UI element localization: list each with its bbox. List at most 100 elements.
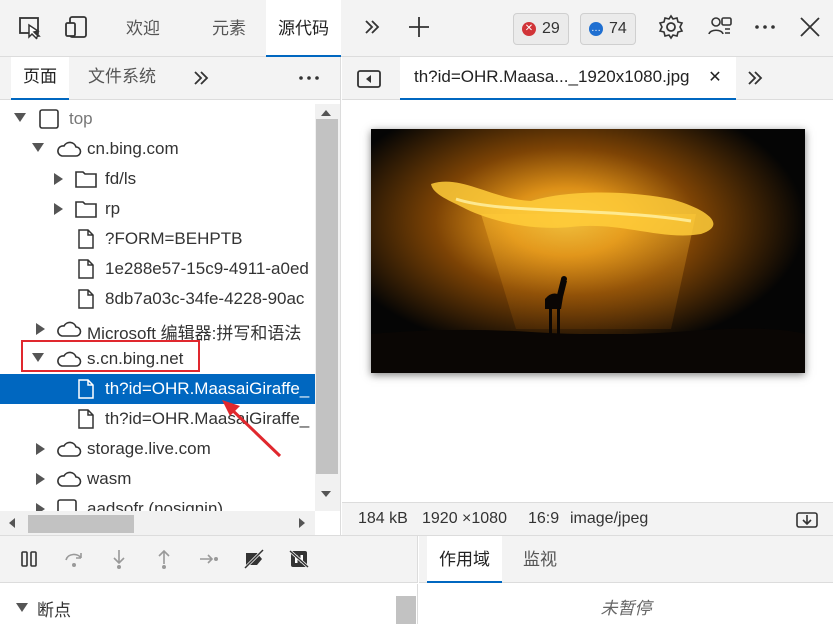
tree-vertical-scroll-thumb[interactable]: [316, 119, 338, 474]
tab-page[interactable]: 页面: [11, 57, 69, 100]
file-icon: [76, 378, 96, 405]
step-out-icon[interactable]: [152, 547, 176, 571]
preview-pane: th?id=OHR.Maasa..._1920x1080.jpg ✕ 184 k…: [342, 57, 833, 535]
errors-badge[interactable]: ✕ 29: [513, 13, 569, 45]
tree-item-label: 1e288e57-15c9-4911-a0ed: [105, 259, 309, 278]
tree-item-label: storage.live.com: [87, 439, 211, 458]
inspect-element-icon[interactable]: [15, 12, 45, 42]
editor-tabs: th?id=OHR.Maasa..._1920x1080.jpg ✕: [342, 57, 833, 100]
close-tab-icon[interactable]: ✕: [708, 69, 721, 86]
file-icon: [76, 258, 96, 285]
more-tabs-chevron-icon[interactable]: [357, 12, 387, 42]
scroll-left-arrow-icon[interactable]: [9, 518, 15, 528]
giraffe-sunset-image: [371, 129, 805, 373]
more-options-icon[interactable]: [750, 12, 780, 42]
tree-item-label: fd/ls: [105, 169, 137, 188]
debugger-toolbar: [0, 536, 418, 583]
breakpoints-section-header[interactable]: 断点: [0, 584, 418, 624]
messages-badge[interactable]: … 74: [580, 13, 636, 45]
cloud-icon: [56, 468, 82, 495]
expand-arrow-icon[interactable]: [32, 143, 44, 152]
file-icon: [76, 408, 96, 435]
messages-count: 74: [609, 20, 627, 37]
pause-icon[interactable]: [17, 547, 41, 571]
scroll-up-arrow-icon[interactable]: [321, 110, 331, 116]
devtools-toolbar: 欢迎 元素 源代码 ✕ 29 … 74: [0, 0, 833, 57]
image-dimensions: 1920 ×1080: [422, 510, 507, 527]
scroll-right-arrow-icon[interactable]: [299, 518, 305, 528]
collapse-arrow-icon[interactable]: [36, 443, 45, 455]
download-icon[interactable]: [792, 505, 822, 535]
tab-scope[interactable]: 作用域: [427, 536, 502, 583]
debug-scroll-thumb[interactable]: [396, 596, 416, 624]
collapse-arrow-icon[interactable]: [36, 503, 45, 511]
tree-item-label: aadsofr (nosignin): [87, 499, 224, 511]
tree-item-file[interactable]: ?FORM=BEHPTB: [0, 224, 315, 254]
frame-icon: [38, 108, 60, 135]
device-emulation-icon[interactable]: [62, 12, 92, 42]
tab-welcome[interactable]: 欢迎: [126, 0, 160, 57]
annotation-highlight-box: [21, 340, 200, 372]
image-info-bar: 184 kB 1920 ×1080 16:9 image/jpeg: [342, 502, 833, 535]
collapse-arrow-icon[interactable]: [54, 203, 63, 215]
tab-sources[interactable]: 源代码: [266, 0, 341, 57]
expand-arrow-icon[interactable]: [14, 113, 26, 122]
tab-watch[interactable]: 监视: [523, 536, 557, 583]
not-paused-status: 未暂停: [600, 599, 652, 618]
scope-tabs: 作用域 监视: [419, 536, 833, 583]
tree-item-folder[interactable]: fd/ls: [0, 164, 315, 194]
folder-icon: [74, 198, 98, 225]
folder-icon: [74, 168, 98, 195]
tree-item-label: cn.bing.com: [87, 139, 179, 158]
tree-item-label: top: [69, 109, 93, 128]
navigator-menu-icon[interactable]: [294, 63, 324, 93]
tree-horizontal-scroll-thumb[interactable]: [28, 515, 134, 533]
errors-count: 29: [542, 20, 560, 37]
debugger-panel: 断点 作用域 监视 未暂停: [0, 535, 833, 624]
file-size: 184 kB: [358, 510, 408, 527]
close-devtools-icon[interactable]: [795, 12, 825, 42]
aspect-ratio: 16:9: [528, 510, 560, 527]
message-icon: …: [589, 22, 603, 36]
image-preview: [371, 129, 805, 373]
tab-elements[interactable]: 元素: [212, 0, 246, 57]
file-icon: [76, 288, 96, 315]
navigator-tabs: 页面 文件系统: [0, 57, 340, 100]
error-icon: ✕: [522, 22, 536, 36]
tree-item-label: wasm: [87, 469, 132, 488]
step-into-icon[interactable]: [107, 547, 131, 571]
step-over-icon[interactable]: [62, 547, 86, 571]
cloud-icon: [56, 438, 82, 465]
editor-more-tabs-chevron-icon[interactable]: [740, 63, 770, 93]
collapse-arrow-icon[interactable]: [54, 173, 63, 185]
pause-on-exceptions-icon[interactable]: [287, 547, 311, 571]
step-icon[interactable]: [197, 547, 221, 571]
tree-item-label: rp: [105, 199, 121, 218]
breakpoints-label: 断点: [37, 601, 71, 620]
frame-icon: [56, 498, 78, 511]
scope-watch-pane: 作用域 监视 未暂停: [419, 536, 833, 624]
tree-item-top[interactable]: top: [0, 104, 315, 134]
tree-item-label: ?FORM=BEHPTB: [105, 229, 243, 248]
annotation-arrow: [222, 400, 282, 458]
collapse-arrow-icon[interactable]: [16, 603, 28, 612]
file-icon: [76, 228, 96, 255]
settings-gear-icon[interactable]: [656, 12, 686, 42]
tab-filesystem[interactable]: 文件系统: [88, 57, 156, 100]
collapse-arrow-icon[interactable]: [36, 323, 45, 335]
open-file-tab[interactable]: th?id=OHR.Maasa..._1920x1080.jpg ✕: [400, 57, 736, 100]
tree-item-domain[interactable]: cn.bing.com: [0, 134, 315, 164]
tree-item-file[interactable]: 1e288e57-15c9-4911-a0ed: [0, 254, 315, 284]
open-file-tab-label: th?id=OHR.Maasa..._1920x1080.jpg: [414, 67, 690, 86]
scroll-down-arrow-icon[interactable]: [321, 491, 331, 497]
toggle-navigator-icon[interactable]: [354, 64, 384, 94]
tree-item-frame[interactable]: aadsofr (nosignin): [0, 494, 315, 511]
tree-item-folder[interactable]: rp: [0, 194, 315, 224]
mime-type: image/jpeg: [570, 510, 649, 527]
feedback-icon[interactable]: [705, 12, 735, 42]
collapse-arrow-icon[interactable]: [36, 473, 45, 485]
deactivate-breakpoints-icon[interactable]: [242, 547, 266, 571]
tree-item-file[interactable]: 8db7a03c-34fe-4228-90ac: [0, 284, 315, 314]
navigator-more-chevron-icon[interactable]: [186, 63, 216, 93]
add-tab-plus-icon[interactable]: [404, 12, 434, 42]
